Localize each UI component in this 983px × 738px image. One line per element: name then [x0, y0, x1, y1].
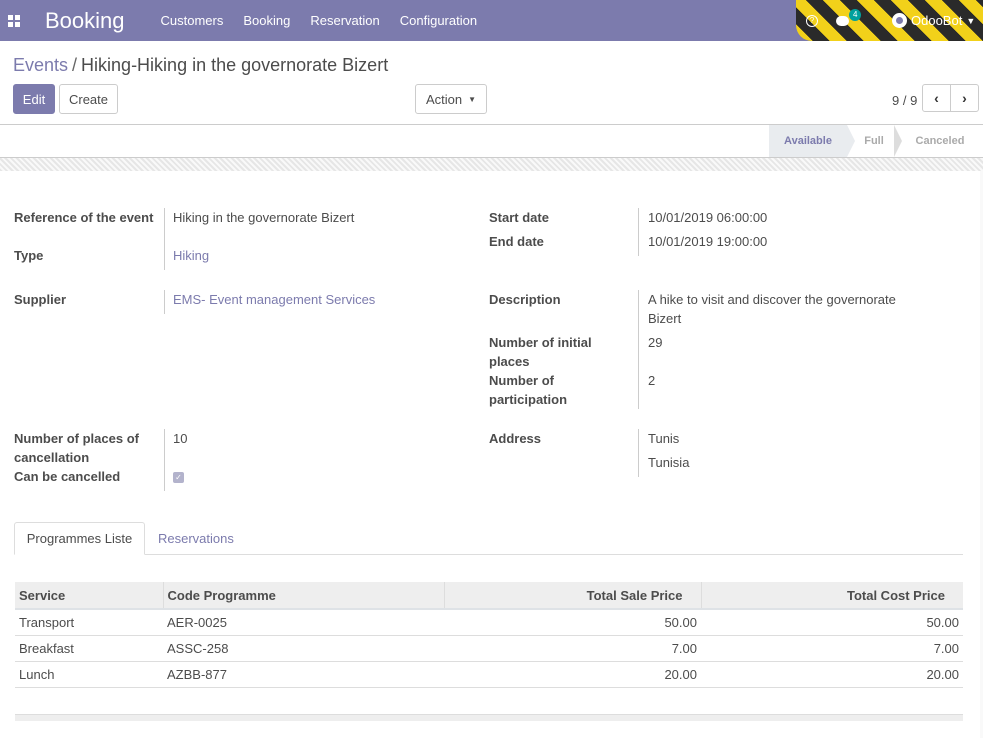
caret-down-icon: ▼ [966, 15, 976, 26]
initial-places-value: 29 [648, 335, 663, 350]
field-divider [638, 208, 639, 256]
action-label: Action [425, 91, 463, 107]
menu-customers[interactable]: Customers [161, 13, 224, 28]
column-service[interactable]: Service [15, 582, 164, 610]
chat-icon[interactable]: 4 [836, 0, 862, 41]
cell-service: Transport [15, 609, 163, 636]
address-country: Tunisia [648, 455, 690, 470]
breadcrumb-separator: / [72, 55, 78, 75]
user-menu[interactable]: OdooBot ▼ [892, 0, 975, 41]
control-panel: Events / Hiking-Hiking in the governorate … [0, 41, 983, 125]
status-bar: Available Full Canceled [0, 125, 983, 158]
reference-label: Reference of the event [14, 210, 154, 225]
top-navbar: Booking Customers Booking Reservation Co… [0, 0, 983, 41]
field-divider [164, 290, 165, 314]
pager-counter: 9 / 9 [892, 93, 918, 108]
column-total-sale-price[interactable]: Total Sale Price [444, 582, 702, 610]
cell-cost-price: 50.00 [701, 609, 963, 636]
address-label: Address [489, 431, 542, 446]
field-divider [638, 429, 639, 477]
can-be-cancelled-label: Can be cancelled [14, 469, 121, 484]
user-name: OdooBot [911, 13, 963, 28]
supplier-link[interactable]: EMS- Event management Services [173, 290, 375, 309]
type-label: Type [14, 248, 44, 263]
help-icon[interactable]: ? [806, 0, 818, 41]
places-cancellation-value: 10 [173, 431, 188, 446]
create-button[interactable]: Create [59, 84, 118, 114]
caret-down-icon: ▼ [468, 94, 477, 104]
menu-configuration[interactable]: Configuration [400, 13, 477, 28]
column-code-programme[interactable]: Code Programme [163, 582, 445, 610]
cell-service: Lunch [15, 661, 163, 688]
sheet-background [0, 158, 983, 171]
stage-available[interactable]: Available [769, 125, 847, 157]
cell-sale-price: 7.00 [444, 635, 701, 662]
field-divider [164, 208, 165, 270]
form-sheet: Reference of the event Hiking in the gov… [0, 171, 980, 738]
tab-programmes-liste[interactable]: Programmes Liste [14, 522, 145, 555]
description-value: A hike to visit and discover the governo… [648, 292, 896, 326]
start-date-value: 10/01/2019 06:00:00 [648, 210, 768, 225]
table-row[interactable]: Transport AER-0025 50.00 50.00 [15, 609, 963, 636]
pager-previous-button[interactable]: ‹ [922, 84, 951, 112]
breadcrumb-events-link[interactable]: Events [13, 55, 68, 75]
chat-count-badge: 4 [849, 9, 862, 21]
table-footer [15, 714, 963, 721]
description-label: Description [489, 292, 561, 307]
programmes-table: Service Code Programme Total Sale Price … [15, 582, 963, 688]
cell-cost-price: 7.00 [701, 635, 963, 662]
end-date-value: 10/01/2019 19:00:00 [648, 234, 768, 249]
action-dropdown-button[interactable]: Action ▼ [415, 84, 487, 114]
app-brand[interactable]: Booking [45, 8, 125, 34]
field-divider [638, 290, 639, 409]
table-row[interactable]: Lunch AZBB-877 20.00 20.00 [15, 661, 963, 688]
column-total-cost-price[interactable]: Total Cost Price [701, 582, 963, 610]
breadcrumb: Events / Hiking-Hiking in the governorate … [13, 55, 388, 76]
cell-service: Breakfast [15, 635, 163, 662]
table-row[interactable]: Breakfast ASSC-258 7.00 7.00 [15, 635, 963, 662]
apps-menu-icon[interactable] [0, 0, 28, 41]
end-date-label: End date [489, 234, 544, 249]
cell-sale-price: 50.00 [444, 609, 701, 636]
menu-reservation[interactable]: Reservation [310, 13, 379, 28]
stage-canceled[interactable]: Canceled [904, 125, 976, 157]
stage-arrow [894, 125, 902, 157]
start-date-label: Start date [489, 210, 549, 225]
pager-next-button[interactable]: › [950, 84, 979, 112]
table-header-row: Service Code Programme Total Sale Price … [15, 582, 963, 610]
cell-code: ASSC-258 [163, 635, 444, 662]
tab-reservations[interactable]: Reservations [158, 522, 234, 555]
cell-code: AER-0025 [163, 609, 444, 636]
breadcrumb-current: Hiking-Hiking in the governorate Bizert [81, 55, 389, 75]
participation-value: 2 [648, 373, 656, 388]
edit-button[interactable]: Edit [13, 84, 55, 114]
participation-label: Number of participation [489, 373, 568, 407]
avatar [892, 13, 907, 28]
menu-booking[interactable]: Booking [243, 13, 290, 28]
initial-places-label: Number of initial places [489, 335, 592, 369]
can-be-cancelled-checkbox[interactable]: ✓ [173, 472, 184, 483]
field-divider [164, 429, 165, 491]
notebook-tabs: Programmes Liste Reservations [14, 522, 963, 555]
places-cancellation-label: Number of places of cancellation [14, 431, 139, 465]
cell-sale-price: 20.00 [444, 661, 701, 688]
address-city: Tunis [648, 431, 680, 446]
supplier-label: Supplier [14, 292, 67, 307]
cell-cost-price: 20.00 [701, 661, 963, 688]
reference-value: Hiking in the governorate Bizert [173, 210, 355, 225]
chat-bubble-icon [836, 15, 849, 26]
systray: ? 4 OdooBot ▼ [796, 0, 983, 41]
cell-code: AZBB-877 [163, 661, 444, 688]
stage-full[interactable]: Full [852, 125, 896, 157]
type-link[interactable]: Hiking [173, 246, 209, 265]
